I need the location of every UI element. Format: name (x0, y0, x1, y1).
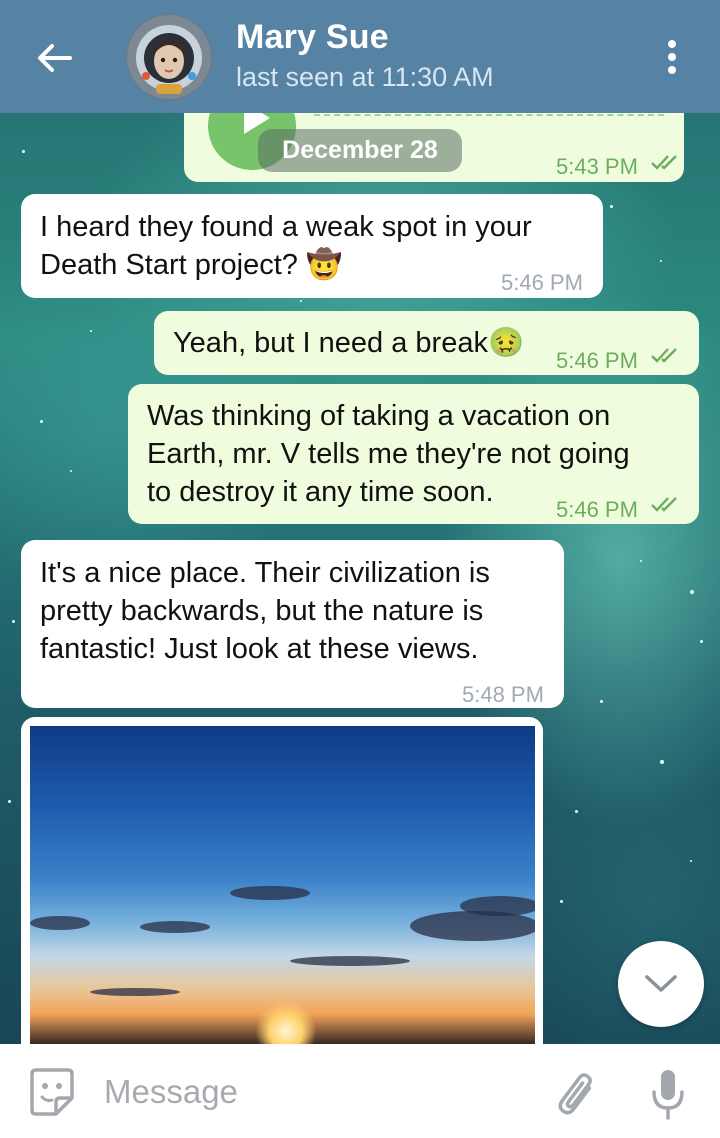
message-time: 5:46 PM (556, 348, 638, 373)
outgoing-message-bubble[interactable]: Yeah, but I need a break🤢 5:46 PM (154, 311, 699, 375)
last-seen-status: last seen at 11:30 AM (236, 62, 494, 92)
avatar[interactable] (126, 14, 212, 100)
double-check-icon (651, 348, 677, 363)
more-vertical-icon (668, 40, 676, 48)
outgoing-message-bubble[interactable]: Was thinking of taking a vacation on Ear… (128, 384, 699, 524)
scroll-down-button[interactable] (618, 941, 704, 1027)
message-text: Yeah, but I need a break🤢 (173, 327, 525, 359)
message-input[interactable] (104, 1070, 524, 1114)
message-time: 5:46 PM (501, 270, 583, 295)
paperclip-icon (558, 1073, 592, 1115)
arrow-left-icon (38, 44, 72, 72)
message-time: 5:46 PM (556, 497, 638, 522)
message-time: 5:43 PM (556, 154, 638, 179)
attach-button[interactable] (552, 1066, 602, 1122)
message-text: It's a nice place. Their civilization is… (40, 557, 490, 665)
chat-title[interactable]: Mary Sue (236, 18, 389, 57)
double-check-icon (651, 155, 677, 170)
microphone-icon (652, 1070, 684, 1120)
message-time: 5:48 PM (462, 682, 544, 707)
message-text: I heard they found a weak spot in your D… (40, 211, 532, 281)
avatar-image (127, 15, 211, 99)
voice-record-button[interactable] (648, 1066, 688, 1124)
sunset-photo[interactable] (30, 726, 535, 1046)
voice-waveform (314, 114, 664, 120)
sticker-icon (30, 1068, 74, 1116)
back-button[interactable] (30, 36, 78, 80)
date-separator: December 28 (258, 129, 462, 172)
incoming-message-bubble[interactable]: I heard they found a weak spot in your D… (21, 194, 603, 298)
message-composer (0, 1044, 720, 1138)
chat-header: Mary Sue last seen at 11:30 AM (0, 0, 720, 113)
double-check-icon (651, 497, 677, 512)
more-menu-button[interactable] (652, 34, 692, 80)
incoming-message-bubble[interactable]: It's a nice place. Their civilization is… (21, 540, 564, 708)
sticker-button[interactable] (24, 1064, 80, 1120)
chevron-down-icon (645, 975, 677, 992)
